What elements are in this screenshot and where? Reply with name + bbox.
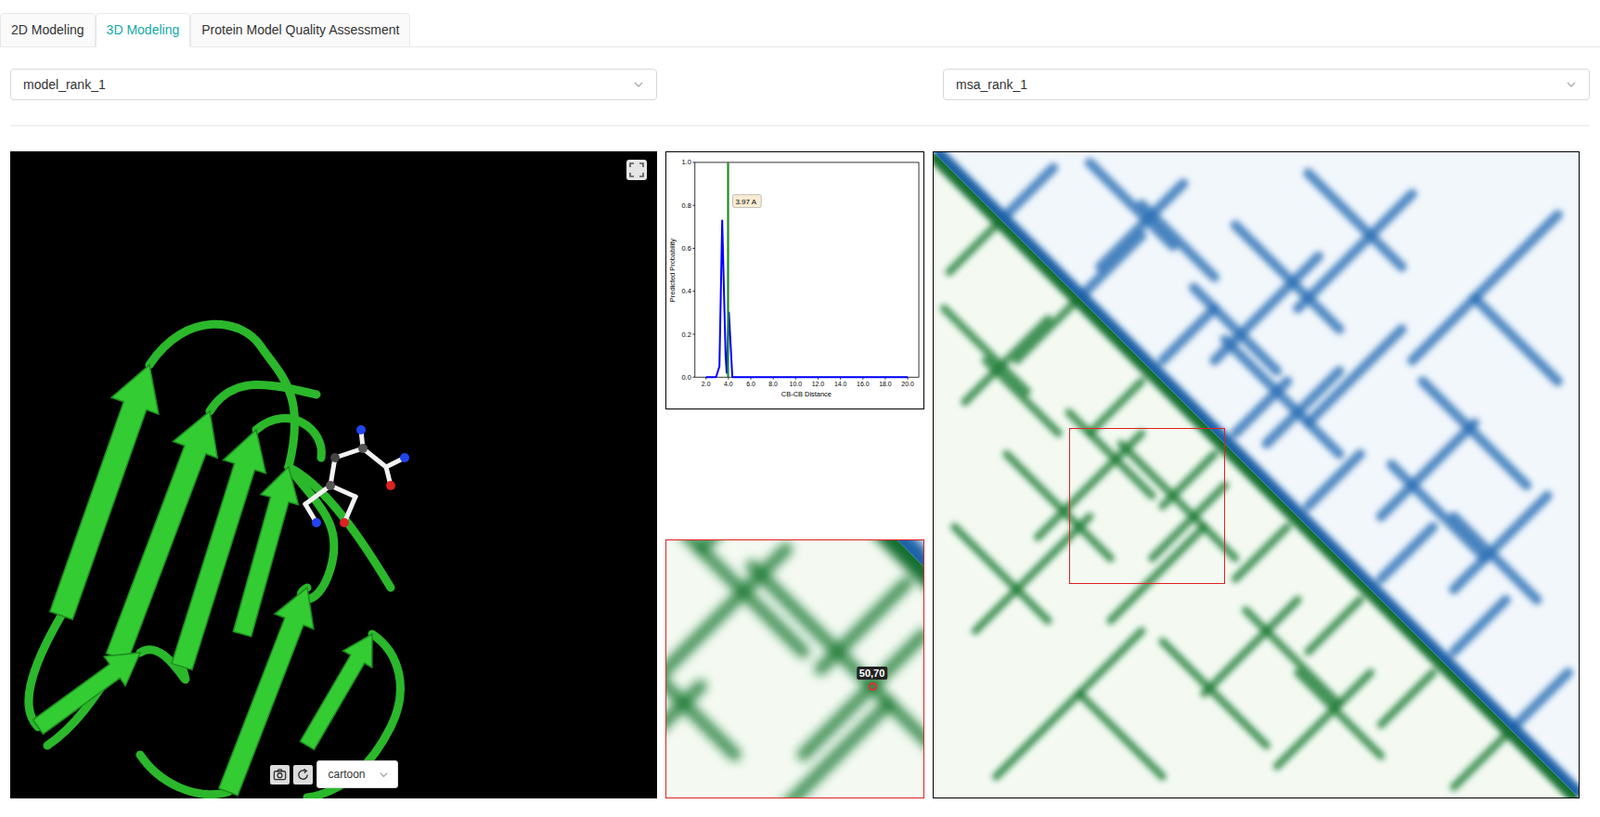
chevron-down-icon <box>1565 78 1577 91</box>
x-tick: 2.0 <box>701 380 711 388</box>
contact-segment <box>1225 339 1340 454</box>
x-tick: 18.0 <box>878 380 892 388</box>
x-tick: 4.0 <box>723 380 734 388</box>
contact-segment <box>700 540 787 549</box>
contact-segment <box>1380 527 1433 580</box>
tab-label: Protein Model Quality Assessment <box>201 20 400 40</box>
contact-segment <box>1453 516 1537 600</box>
select-value: cartoon <box>328 765 366 783</box>
contact-segment <box>1308 172 1403 267</box>
x-tick: 8.0 <box>768 380 778 388</box>
tab-label: 2D Modeling <box>11 20 85 40</box>
distance-marker <box>726 162 729 377</box>
probability-curve <box>706 219 908 377</box>
chevron-down-icon <box>378 769 389 780</box>
x-tick: 12.0 <box>812 380 826 388</box>
x-tick: 14.0 <box>834 380 848 388</box>
select-value: model_rank_1 <box>23 75 106 95</box>
contact-segment <box>1017 303 1075 362</box>
contact-segment <box>1089 381 1142 434</box>
contact-label: 50,70 <box>856 666 889 680</box>
contact-segment <box>1162 308 1215 361</box>
tab-label: 3D Modeling <box>106 20 181 40</box>
contact-segment <box>949 224 996 271</box>
x-axis-label: CB-CB Distance <box>781 389 832 399</box>
contact-segment <box>1084 235 1143 294</box>
contact-segment <box>803 634 924 755</box>
select-value: msa_rank_1 <box>955 75 1028 95</box>
contact-marker[interactable] <box>868 682 878 691</box>
contact-segment <box>666 582 736 755</box>
fullscreen-icon[interactable] <box>626 159 647 181</box>
distance-chart: 0.0 0.2 0.4 0.6 0.8 1.0 2.0 4.0 6.0 8.0 10.0 12.0 14… <box>665 151 925 410</box>
contact-map[interactable] <box>932 151 1580 799</box>
protein-cartoon[interactable] <box>10 151 658 799</box>
contact-segment <box>1474 297 1559 382</box>
y-axis-label: Predicted Probability <box>668 238 677 302</box>
contact-segment <box>1006 453 1110 558</box>
contact-segment <box>1141 204 1214 277</box>
x-tick: 10.0 <box>789 380 803 388</box>
contact-segment <box>1006 167 1053 215</box>
contact-segment <box>1069 412 1153 496</box>
contact-segment <box>985 360 1059 433</box>
contact-segment <box>1516 671 1569 724</box>
contact-segment <box>943 308 1028 392</box>
contact-segment <box>1193 287 1278 372</box>
contact-segment <box>1151 485 1225 558</box>
tab[interactable]: 3D Modeling <box>95 12 192 48</box>
contact-segment <box>1391 464 1485 558</box>
contact-segment <box>1297 671 1381 756</box>
contact-segment <box>995 631 1142 777</box>
contact-segment <box>1266 370 1340 443</box>
contact-segment <box>1453 599 1506 652</box>
tab[interactable]: 2D Modeling <box>0 12 96 48</box>
zoom-view[interactable]: 50,70 <box>665 539 925 799</box>
link-lines <box>0 151 1600 799</box>
y-tick: 0.8 <box>681 201 691 210</box>
contact-segment <box>1453 735 1506 788</box>
contact-segment <box>1308 329 1403 424</box>
contact-segment <box>1422 381 1527 486</box>
y-tick: 0.6 <box>681 244 691 253</box>
distance-label: 3.97 A <box>735 197 757 207</box>
contact-segment <box>1297 193 1412 309</box>
zoom-selection[interactable] <box>1069 427 1226 584</box>
contact-segment <box>751 566 924 755</box>
y-tick: 0.2 <box>681 330 691 339</box>
contact-segment <box>1245 609 1340 704</box>
y-tick: 0.4 <box>681 286 691 296</box>
msa-select[interactable]: msa_rank_1 <box>942 68 1590 101</box>
contact-segment <box>1308 453 1361 506</box>
contact-segment <box>1089 162 1174 246</box>
x-tick: 16.0 <box>856 380 870 388</box>
contact-segment <box>954 527 1048 621</box>
structure-viewer[interactable]: cartoon <box>10 151 658 799</box>
contact-segment <box>1308 599 1361 652</box>
camera-icon <box>272 767 287 782</box>
x-tick: 6.0 <box>746 380 756 388</box>
y-tick: 1.0 <box>681 158 691 168</box>
contact-segment <box>1162 641 1267 746</box>
contact-segment <box>1380 671 1433 724</box>
screenshot-button[interactable] <box>270 764 290 785</box>
contact-segment <box>1412 214 1559 361</box>
contact-segment <box>975 516 1090 631</box>
chevron-down-icon <box>632 78 645 91</box>
tab-bar: 2D Modeling 3D Modeling Protein Model Qual… <box>0 0 1600 48</box>
contact-segment <box>1099 183 1184 268</box>
contact-segment <box>1110 527 1205 621</box>
reset-button[interactable] <box>293 764 313 785</box>
contact-segment <box>1121 443 1236 558</box>
contact-segment <box>1079 693 1163 777</box>
x-tick: 20.0 <box>901 380 915 388</box>
contact-segment <box>965 318 1049 402</box>
model-select[interactable]: model_rank_1 <box>10 68 658 101</box>
refresh-icon <box>296 767 310 782</box>
tab[interactable]: Protein Model Quality Assessment <box>190 12 411 48</box>
style-select[interactable]: cartoon <box>316 760 399 788</box>
y-tick: 0.0 <box>681 373 691 382</box>
contact-segment <box>1235 224 1340 329</box>
contact-segment <box>1235 527 1288 580</box>
